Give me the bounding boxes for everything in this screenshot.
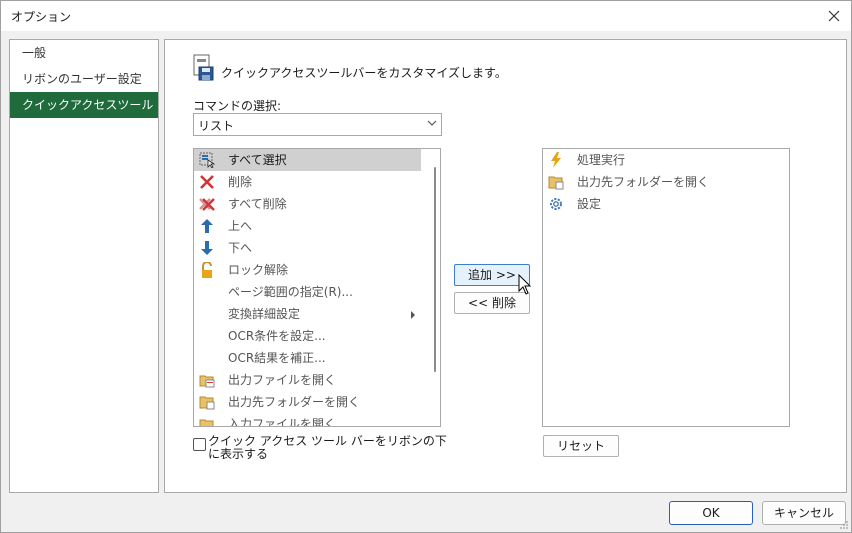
list-item-label: 出力先フォルダーを開く <box>577 175 710 189</box>
arrow-up-icon <box>201 219 213 233</box>
list-item-label: OCR結果を補正... <box>228 351 326 365</box>
list-item-label: 変換詳細設定 <box>228 307 301 321</box>
delete-x-icon <box>200 175 214 189</box>
checkbox-box[interactable] <box>193 438 206 451</box>
panel-heading: クイックアクセスツールバーをカスタマイズします。 <box>221 66 507 80</box>
list-item-label: すべて選択 <box>228 153 287 167</box>
select-all-icon <box>199 152 215 168</box>
open-input-file-icon <box>199 419 214 426</box>
chevron-down-icon <box>427 120 437 126</box>
list-item[interactable]: 変換詳細設定 <box>194 303 421 325</box>
list-item[interactable]: ページ範囲の指定(R)... <box>194 281 421 303</box>
list-item[interactable]: 下へ <box>194 237 421 259</box>
list-item[interactable]: ロック解除 <box>194 259 421 281</box>
open-output-folder-icon <box>548 176 564 190</box>
window-title: オプション <box>11 10 72 24</box>
close-icon <box>828 10 840 22</box>
delete-all-icon <box>199 198 215 211</box>
cancel-button[interactable]: キャンセル <box>762 501 846 525</box>
list-item-label: 上へ <box>228 219 253 233</box>
checkbox-label: クイック アクセス ツール バーをリボンの下に表示する <box>208 434 447 461</box>
list-item[interactable]: 出力ファイルを開く <box>194 369 421 391</box>
list-item[interactable]: 出力先フォルダーを開く <box>543 171 789 193</box>
nav-item-ribbon[interactable]: リボンのユーザー設定 <box>10 66 158 92</box>
lightning-icon <box>551 152 561 168</box>
list-scrollbar[interactable] <box>434 167 436 372</box>
nav-item-general[interactable]: 一般 <box>10 40 158 66</box>
list-item[interactable]: 入力ファイルを開く <box>194 413 421 427</box>
gear-icon <box>550 198 562 210</box>
qat-panel: クイックアクセスツールバーをカスタマイズします。 コマンドの選択: リスト すべ… <box>164 39 847 493</box>
list-item-label: ページ範囲の指定(R)... <box>228 285 353 299</box>
command-select-label: コマンドの選択: <box>193 99 282 113</box>
close-button[interactable] <box>823 5 845 27</box>
list-item-label: 処理実行 <box>577 153 626 167</box>
list-item[interactable]: すべて選択 <box>194 149 421 171</box>
list-item[interactable]: 処理実行 <box>543 149 789 171</box>
list-item-label: 出力ファイルを開く <box>228 373 337 387</box>
mouse-cursor-icon <box>518 274 532 295</box>
category-nav: 一般 リボンのユーザー設定 クイックアクセスツールバー <box>9 39 159 493</box>
list-item-label: OCR条件を設定... <box>228 329 326 343</box>
list-item[interactable]: 設定 <box>543 193 789 215</box>
list-item-label: 出力先フォルダーを開く <box>228 395 361 409</box>
command-select[interactable]: リスト <box>193 113 442 136</box>
customize-toolbar-icon <box>193 54 214 81</box>
list-item-label: ロック解除 <box>228 263 289 277</box>
list-item[interactable]: OCR結果を補正... <box>194 347 421 369</box>
list-item-label: 設定 <box>577 197 602 211</box>
list-item[interactable]: OCR条件を設定... <box>194 325 421 347</box>
nav-item-qat[interactable]: クイックアクセスツールバー <box>10 92 158 138</box>
list-item[interactable]: 削除 <box>194 171 421 193</box>
list-item-label: 入力ファイルを開く <box>228 417 337 427</box>
available-commands-list[interactable]: すべて選択 削除 すべて削除 上へ 下へ ロック解除 ページ範囲の指定(R)..… <box>193 148 441 427</box>
ok-button[interactable]: OK <box>669 501 753 525</box>
command-select-value: リスト <box>198 119 235 133</box>
list-item-label: 下へ <box>228 241 253 255</box>
unlock-icon <box>202 262 212 278</box>
submenu-arrow-icon <box>411 311 415 319</box>
list-item-label: すべて削除 <box>228 197 287 211</box>
open-output-file-icon <box>199 375 215 388</box>
title-bar: オプション <box>1 1 851 31</box>
list-item-label: 削除 <box>228 175 253 189</box>
reset-button[interactable]: リセット <box>543 435 619 457</box>
open-output-folder-icon <box>199 396 215 410</box>
list-item[interactable]: 上へ <box>194 215 421 237</box>
toolbar-commands-list[interactable]: 処理実行 出力先フォルダーを開く 設定 <box>542 148 790 427</box>
options-dialog: オプション 一般 リボンのユーザー設定 クイックアクセスツールバー クイックアク… <box>0 0 852 533</box>
list-item[interactable]: すべて削除 <box>194 193 421 215</box>
resize-grip-icon[interactable] <box>839 520 849 530</box>
arrow-down-icon <box>201 241 213 255</box>
list-item[interactable]: 出力先フォルダーを開く <box>194 391 421 413</box>
